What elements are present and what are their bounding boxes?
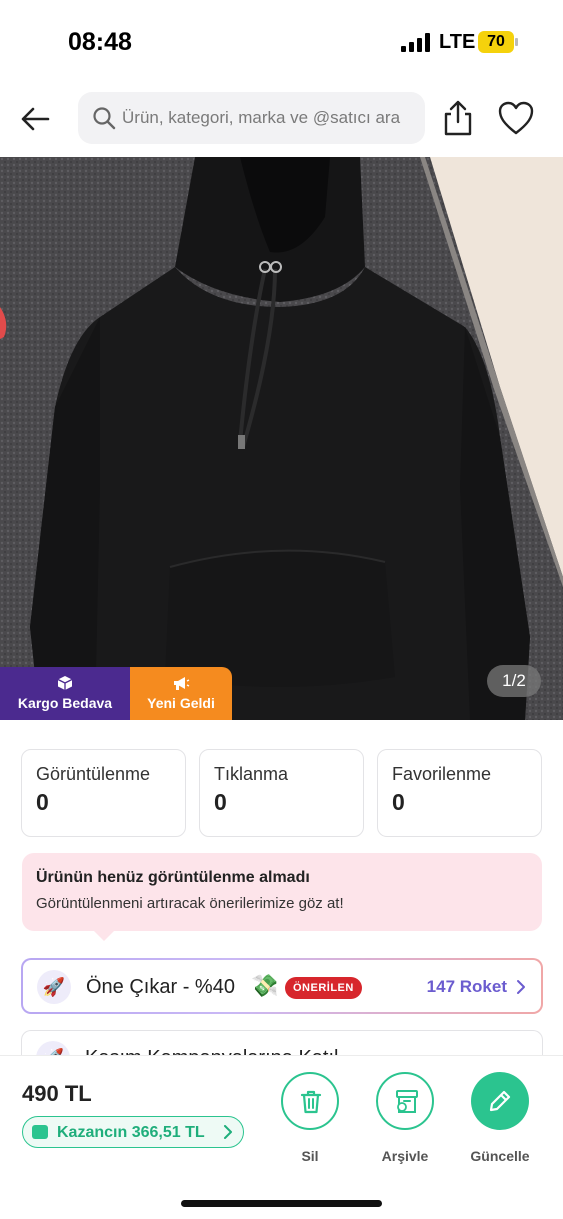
badge-yeni-geldi: Yeni Geldi: [130, 667, 232, 720]
favorite-button[interactable]: [497, 100, 535, 136]
trash-icon: [300, 1090, 322, 1114]
pencil-icon: [489, 1090, 511, 1112]
earnings-button[interactable]: Kazancın 366,51 TL: [22, 1116, 244, 1148]
stat-card-views: Görüntülenme 0: [21, 749, 186, 837]
stat-value: 0: [214, 789, 227, 815]
stat-card-favorites: Favorilenme 0: [377, 749, 542, 837]
top-nav: [0, 88, 563, 150]
signal-icon: [401, 32, 431, 52]
archive-label: Arşivle: [381, 1148, 429, 1164]
stat-value: 0: [392, 789, 405, 815]
back-button[interactable]: [18, 102, 54, 136]
rocket-icon: 🚀: [37, 970, 71, 1004]
battery-icon: 70: [478, 31, 518, 53]
price: 490 TL: [22, 1081, 92, 1106]
badge-kargo-bedava: Kargo Bedava: [0, 667, 130, 720]
notice-title: Ürünün henüz görüntülenme almadı: [36, 869, 310, 886]
promote-item[interactable]: 🚀 Öne Çıkar - %40 💸 ÖNERİLEN 147 Roket: [21, 958, 543, 1014]
status-time: 08:48: [68, 28, 132, 56]
chevron-right-icon: [517, 980, 525, 994]
search-input[interactable]: [122, 92, 418, 144]
hoodie-photo: [0, 157, 563, 720]
stat-card-clicks: Tıklanma 0: [199, 749, 364, 837]
battery-level: 70: [478, 31, 514, 53]
badge-yeni-label: Yeni Geldi: [147, 695, 215, 711]
delete-label: Sil: [301, 1148, 319, 1164]
recommended-tag: ÖNERİLEN: [285, 977, 362, 999]
promote-label: Öne Çıkar - %40: [86, 976, 235, 998]
delete-button[interactable]: Sil: [270, 1072, 350, 1164]
stats-row: Görüntülenme 0 Tıklanma 0 Favorilenme 0: [21, 749, 542, 837]
chevron-right-icon: [224, 1125, 232, 1139]
product-image[interactable]: Kargo Bedava Yeni Geldi 1/2: [0, 157, 563, 720]
image-pager: 1/2: [487, 665, 541, 697]
home-indicator: [181, 1200, 382, 1207]
share-icon: [444, 100, 472, 136]
search-icon: [93, 107, 116, 130]
box-icon: [0, 675, 130, 693]
badge-kargo-label: Kargo Bedava: [17, 695, 113, 711]
rocket-cost: 147 Roket: [426, 977, 507, 996]
bottom-action-bar: 490 TL Kazancın 366,51 TL Sil Arşivle Gü…: [0, 1055, 563, 1219]
archive-button[interactable]: Arşivle: [365, 1072, 445, 1164]
search-bar[interactable]: [78, 92, 425, 144]
network-type: LTE: [439, 31, 476, 53]
stat-label: Görüntülenme: [36, 764, 151, 784]
archive-icon: [396, 1090, 418, 1113]
stat-label: Favorilenme: [392, 764, 492, 784]
wallet-icon: [32, 1125, 48, 1139]
no-views-notice: Ürünün henüz görüntülenme almadı Görüntü…: [22, 853, 542, 941]
share-button[interactable]: [440, 98, 476, 138]
earnings-label: Kazancın 366,51 TL: [57, 1124, 205, 1141]
status-bar: 08:48 LTE 70: [0, 0, 563, 80]
update-button[interactable]: Güncelle: [460, 1072, 540, 1164]
back-arrow-icon: [21, 107, 50, 131]
heart-icon: [498, 101, 534, 135]
megaphone-icon: [130, 675, 232, 693]
stat-value: 0: [36, 789, 49, 815]
notice-text: Görüntülenmeni artıracak önerilerimize g…: [36, 895, 344, 912]
stat-label: Tıklanma: [214, 764, 289, 784]
update-label: Güncelle: [470, 1148, 530, 1164]
money-wings-icon: 💸: [251, 973, 279, 998]
